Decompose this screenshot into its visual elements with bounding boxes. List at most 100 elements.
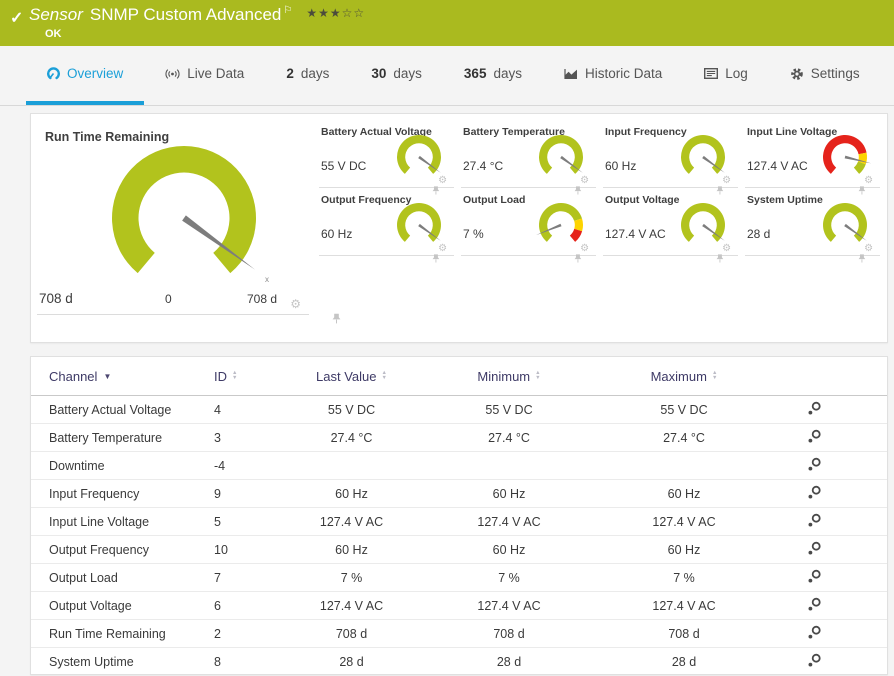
tab-log[interactable]: Log	[683, 46, 769, 105]
gauge-dial	[681, 135, 725, 174]
column-header-maximum[interactable]: Maximum ▲ ▼	[609, 369, 759, 384]
tab-overview[interactable]: Overview	[26, 46, 145, 105]
cell-min: 60 Hz	[492, 542, 526, 557]
channel-settings-wrench-icon[interactable]	[807, 485, 822, 503]
table-row-output-voltage[interactable]: Output Voltage 6 127.4 V AC 127.4 V AC 127.4…	[31, 592, 887, 620]
column-header-id[interactable]: ID ▲ ▼	[214, 369, 294, 384]
cell-settings	[759, 597, 869, 615]
gauge-tile-system-uptime[interactable]: System Uptime 28 d ⚙	[745, 190, 880, 263]
cell-id: 8	[214, 654, 221, 669]
channel-settings-wrench-icon[interactable]	[807, 625, 822, 643]
table-row-system-uptime[interactable]: System Uptime 8 28 d 28 d 28 d	[31, 648, 887, 676]
tab-label: days	[393, 66, 422, 81]
tab-30-days[interactable]: 30 days	[350, 46, 443, 105]
cell-settings	[759, 429, 869, 447]
tab-settings[interactable]: Settings	[769, 46, 881, 105]
sort-icon[interactable]: ▲ ▼	[382, 370, 387, 381]
tab-365-days[interactable]: 365 days	[443, 46, 543, 105]
cell-id: 2	[214, 626, 221, 641]
sort-icon[interactable]: ▲ ▼	[712, 370, 717, 381]
channel-settings-wrench-icon[interactable]	[807, 569, 822, 587]
gauge-settings-gear-icon[interactable]: ⚙	[438, 243, 447, 253]
gauge-settings-gear-icon[interactable]: ⚙	[722, 175, 731, 185]
channel-settings-wrench-icon[interactable]	[807, 457, 822, 475]
cell-last: 55 V DC	[327, 402, 376, 417]
gauge-title: System Uptime	[747, 194, 823, 206]
table-row-battery-actual-voltage[interactable]: Battery Actual Voltage 4 55 V DC 55 V DC 55 …	[31, 396, 887, 424]
channel-settings-wrench-icon[interactable]	[807, 401, 822, 419]
column-label: ID	[214, 368, 227, 384]
gauge-actions: ⚙	[574, 243, 592, 263]
gauge-tile-output-voltage[interactable]: Output Voltage 127.4 V AC ⚙	[603, 190, 738, 263]
gauge-tile-output-load[interactable]: Output Load 7 % ⚙	[461, 190, 596, 263]
tab-historic-data[interactable]: Historic Data	[543, 46, 683, 105]
gauge-value: 60 Hz	[605, 159, 637, 173]
sort-desc-icon[interactable]: ▼	[103, 372, 111, 381]
column-header-last-value[interactable]: Last Value ▲ ▼	[294, 369, 409, 384]
table-row-output-load[interactable]: Output Load 7 7 % 7 % 7 %	[31, 564, 887, 592]
gauge-actions: ⚙	[432, 175, 450, 195]
cell-settings	[759, 625, 869, 643]
priority-flag-icon[interactable]: ⚐	[283, 5, 292, 16]
column-header-channel[interactable]: Channel ▼	[49, 369, 214, 384]
channels-table-body: Battery Actual Voltage 4 55 V DC 55 V DC 55 …	[31, 396, 887, 676]
stars-filled[interactable]: ★★★	[306, 6, 341, 20]
tab-2-days[interactable]: 2 days	[265, 46, 350, 105]
gauge-settings-gear-icon[interactable]: ⚙	[580, 243, 589, 253]
tab-label: days	[493, 66, 522, 81]
gauge-actions: ⚙	[858, 175, 876, 195]
gauge-settings-gear-icon[interactable]: ⚙	[290, 298, 301, 310]
channel-settings-wrench-icon[interactable]	[807, 429, 822, 447]
stars-empty[interactable]: ☆☆	[342, 6, 366, 20]
gauge-dial	[535, 203, 583, 242]
priority-star-rating[interactable]: ★★★☆☆	[306, 6, 365, 20]
gauge-tile-battery-temperature[interactable]: Battery Temperature 27.4 °C ⚙	[461, 122, 596, 195]
gauge-tile-input-line-voltage[interactable]: Input Line Voltage 127.4 V AC ⚙	[745, 122, 880, 195]
sort-icon[interactable]: ▲ ▼	[232, 370, 237, 381]
cell-min: 7 %	[498, 570, 520, 585]
gauge-dial	[397, 203, 441, 242]
main-gauge-value: 708 d	[39, 291, 73, 306]
tab-label: Live Data	[187, 66, 245, 81]
log-icon	[704, 68, 719, 79]
cell-min: 28 d	[496, 654, 522, 669]
table-row-input-line-voltage[interactable]: Input Line Voltage 5 127.4 V AC 127.4 V AC 1…	[31, 508, 887, 536]
cell-last: 27.4 °C	[330, 430, 373, 445]
channel-settings-wrench-icon[interactable]	[807, 541, 822, 559]
gauge-settings-gear-icon[interactable]: ⚙	[722, 243, 731, 253]
table-row-run-time-remaining[interactable]: Run Time Remaining 2 708 d 708 d 708 d	[31, 620, 887, 648]
channel-settings-wrench-icon[interactable]	[807, 597, 822, 615]
tab-bar: Overview Live Data 2 days 30 days 365 days Histo…	[0, 46, 894, 106]
gauge-actions: ⚙	[574, 175, 592, 195]
main-gauge-panel[interactable]: Run Time Remaining 708 d 0 708 d x ⚙	[37, 122, 341, 324]
table-row-input-frequency[interactable]: Input Frequency 9 60 Hz 60 Hz 60 Hz	[31, 480, 887, 508]
cell-min: 127.4 V AC	[477, 514, 541, 529]
gauge-value: 127.4 V AC	[605, 227, 666, 241]
table-row-battery-temperature[interactable]: Battery Temperature 3 27.4 °C 27.4 °C 27.4 °…	[31, 424, 887, 452]
gauge-value: 60 Hz	[321, 227, 353, 241]
tab-number: 30	[371, 66, 387, 81]
cell-max: 7 %	[673, 570, 695, 585]
tab-live-data[interactable]: Live Data	[144, 46, 265, 105]
cell-min: 27.4 °C	[488, 430, 530, 445]
cell-last: 28 d	[339, 654, 364, 669]
cell-channel: Input Frequency	[49, 486, 140, 501]
table-row-downtime[interactable]: Downtime -4	[31, 452, 887, 480]
gauge-settings-gear-icon[interactable]: ⚙	[438, 175, 447, 185]
cell-settings	[759, 653, 869, 671]
channel-settings-wrench-icon[interactable]	[807, 513, 822, 531]
gauge-settings-gear-icon[interactable]: ⚙	[864, 243, 873, 253]
gauge-tile-output-frequency[interactable]: Output Frequency 60 Hz ⚙	[319, 190, 454, 263]
table-row-output-frequency[interactable]: Output Frequency 10 60 Hz 60 Hz 60 Hz	[31, 536, 887, 564]
gauge-tile-battery-actual-voltage[interactable]: Battery Actual Voltage 55 V DC ⚙	[319, 122, 454, 195]
gauge-settings-gear-icon[interactable]: ⚙	[580, 175, 589, 185]
gauge-tile-input-frequency[interactable]: Input Frequency 60 Hz ⚙	[603, 122, 738, 195]
cell-max: 55 V DC	[660, 402, 708, 417]
sort-icon[interactable]: ▲ ▼	[535, 370, 540, 381]
gauge-settings-gear-icon[interactable]: ⚙	[864, 175, 873, 185]
cell-channel: Input Line Voltage	[49, 514, 150, 529]
channel-settings-wrench-icon[interactable]	[807, 653, 822, 671]
cell-max: 28 d	[671, 654, 697, 669]
column-header-minimum[interactable]: Minimum ▲ ▼	[409, 369, 609, 384]
cell-settings	[759, 541, 869, 559]
